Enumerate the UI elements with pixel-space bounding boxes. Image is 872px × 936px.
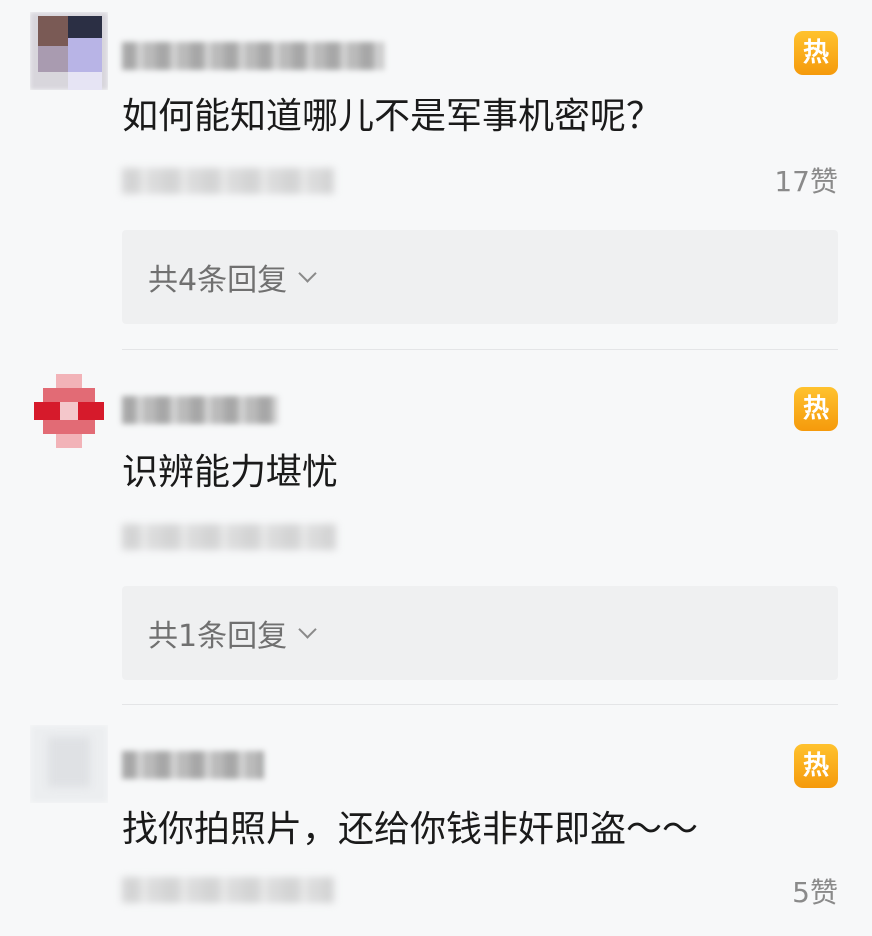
comment-meta — [122, 524, 336, 550]
view-replies-button[interactable]: 共1条回复 — [122, 586, 838, 680]
hot-badge: 热 — [794, 387, 838, 431]
like-count[interactable]: 5赞 — [792, 877, 838, 909]
view-replies-button[interactable]: 共4条回复 — [122, 230, 838, 324]
hot-badge: 热 — [794, 744, 838, 788]
username[interactable] — [122, 751, 264, 779]
comment-item: 热 如何能知道哪儿不是军事机密呢？ 17赞 共4条回复 — [0, 0, 872, 350]
replies-label: 共4条回复 — [148, 263, 288, 298]
avatar[interactable] — [30, 725, 108, 803]
comment-meta — [122, 168, 334, 194]
comment-text: 识辨能力堪忧 — [122, 452, 339, 493]
like-count[interactable]: 17赞 — [774, 166, 838, 198]
avatar[interactable] — [30, 372, 108, 450]
hot-badge: 热 — [794, 31, 838, 75]
username[interactable] — [122, 42, 384, 70]
comment-text: 找你拍照片，还给你钱非奸即盗～～ — [122, 809, 699, 850]
comment-meta — [122, 877, 334, 903]
chevron-down-icon — [298, 263, 317, 283]
chevron-down-icon — [298, 619, 317, 639]
comment-item: 热 找你拍照片，还给你钱非奸即盗～～ 5赞 — [0, 705, 872, 936]
avatar[interactable] — [30, 12, 108, 90]
replies-label: 共1条回复 — [148, 619, 288, 654]
comment-text: 如何能知道哪儿不是军事机密呢？ — [122, 96, 663, 137]
username[interactable] — [122, 396, 278, 424]
comment-item: 热 识辨能力堪忧 共1条回复 — [0, 350, 872, 705]
